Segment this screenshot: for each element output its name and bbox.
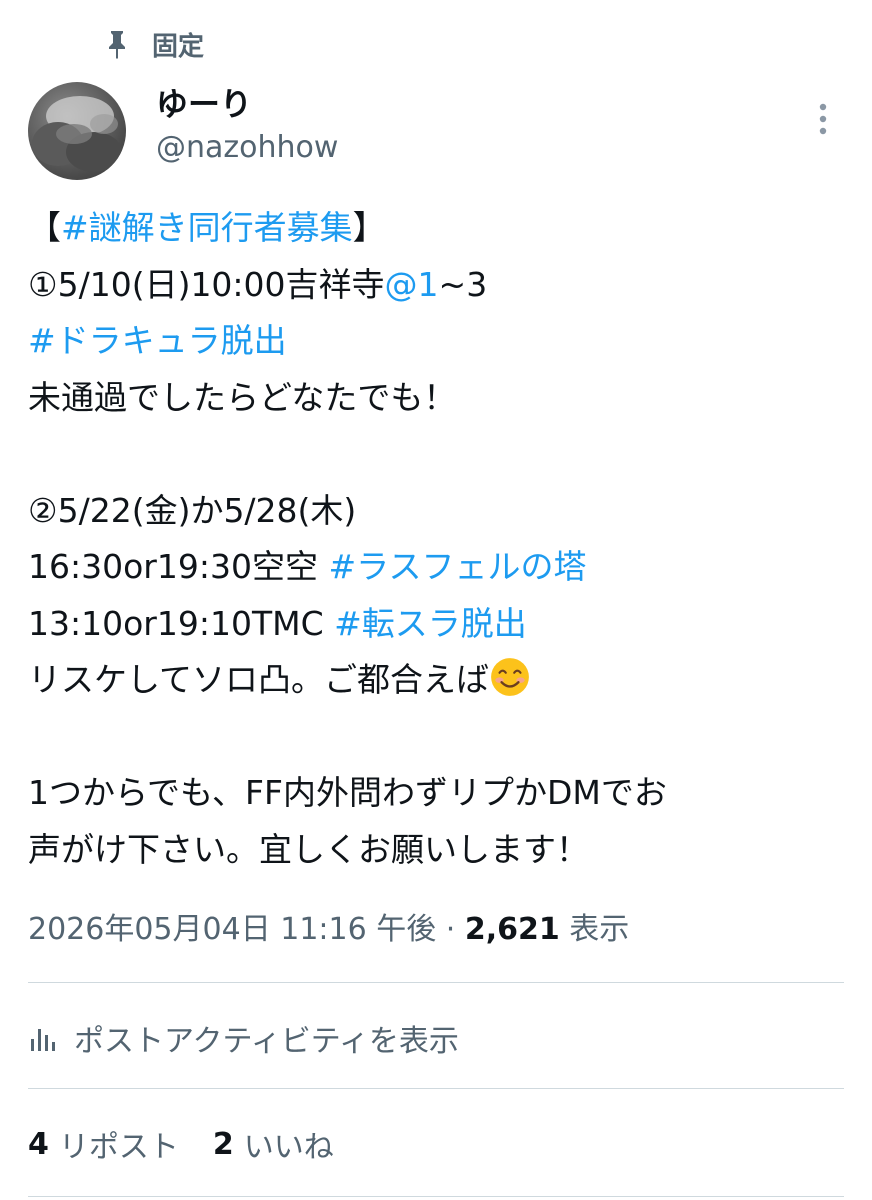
tweet-text-segment: 13:10or19:10TMC bbox=[28, 603, 335, 643]
tweet-text-segment: ①5/10(日)10:00吉祥寺 bbox=[28, 264, 385, 304]
likes-count: 2 bbox=[212, 1126, 234, 1162]
pinned-label: 固定 bbox=[152, 31, 205, 62]
tweet-text-segment: 1つからでも、FF内外問わずリプかDMでお bbox=[28, 773, 667, 812]
pin-icon bbox=[109, 31, 125, 59]
smiling-face-emoji bbox=[491, 658, 529, 696]
views-count: 2,621 bbox=[464, 912, 560, 947]
tweet-line: 未通過でしたらどなたでも！ bbox=[28, 370, 848, 427]
views-label: 表示 bbox=[569, 912, 630, 947]
more-vertical-icon bbox=[819, 103, 827, 135]
tweet-line: 【#謎解き同行者募集】 bbox=[28, 200, 848, 257]
reposts-stat[interactable]: 4 リポスト bbox=[28, 1122, 179, 1166]
tweet-text: 【#謎解き同行者募集】 ①5/10(日)10:00吉祥寺@1~3 #ドラキュラ脱出未… bbox=[28, 200, 848, 878]
avatar-image bbox=[32, 96, 122, 172]
tweet-text-segment: 未通過でしたらどなたでも！ bbox=[28, 377, 457, 417]
tweet-line: #ドラキュラ脱出 bbox=[28, 313, 848, 370]
divider bbox=[28, 1196, 844, 1197]
tweet-line: 声がけ下さい。宜しくお願いします！ bbox=[28, 822, 848, 879]
hashtag-link[interactable]: #ドラキュラ脱出 bbox=[28, 321, 287, 360]
mention-link[interactable]: @1 bbox=[385, 265, 439, 304]
tweet-text-segment: リスケしてソロ凸。ご都合えば bbox=[28, 660, 490, 699]
timestamp[interactable]: 2026年05月04日 11:16 午後 bbox=[28, 912, 436, 947]
likes-stat[interactable]: 2 いいね bbox=[213, 1122, 334, 1166]
hashtag-link[interactable]: #謎解き同行者募集 bbox=[61, 208, 353, 247]
tweet-line: 13:10or19:10TMC #転スラ脱出 bbox=[28, 596, 848, 653]
hashtag-link[interactable]: #転スラ脱出 bbox=[334, 604, 527, 643]
more-options-button[interactable] bbox=[806, 98, 840, 140]
tweet-text-segment: 声がけ下さい。宜しくお願いします！ bbox=[28, 829, 589, 869]
post-activity-label: ポストアクティビティを表示 bbox=[74, 1024, 459, 1059]
tweet-text-segment: ~3 bbox=[438, 264, 488, 304]
reposts-count: 4 bbox=[28, 1126, 49, 1162]
tweet-text-segment: ②5/22(金)か5/28(木) bbox=[28, 490, 357, 530]
divider bbox=[28, 982, 844, 983]
analytics-icon bbox=[31, 1029, 55, 1051]
divider bbox=[28, 1088, 844, 1089]
tweet-line: ①5/10(日)10:00吉祥寺@1~3 bbox=[28, 257, 848, 314]
tweet-text-segment: 】 bbox=[352, 208, 386, 247]
post-activity-link[interactable]: ポストアクティビティを表示 bbox=[28, 1014, 459, 1062]
tweet-line: 16:30or19:30空空 #ラスフェルの塔 bbox=[28, 539, 848, 596]
likes-label: いいね bbox=[243, 1130, 334, 1165]
reposts-label: リポスト bbox=[58, 1130, 179, 1165]
tweet-line: ②5/22(金)か5/28(木) bbox=[28, 483, 848, 540]
author-display-name[interactable]: ゆーり bbox=[156, 84, 252, 124]
tweet-text-segment: 16:30or19:30空空 bbox=[28, 547, 329, 586]
author-handle[interactable]: @nazohhow bbox=[156, 128, 338, 168]
tweet-meta: 2026年05月04日 11:16 午後 · 2,621 表示 bbox=[28, 908, 629, 952]
pinned-indicator: 固定 bbox=[104, 26, 204, 62]
meta-separator: · bbox=[436, 912, 465, 947]
avatar[interactable] bbox=[28, 82, 126, 180]
tweet-line: 1つからでも、FF内外問わずリプかDMでお bbox=[28, 765, 848, 822]
tweet-text-segment: 【 bbox=[28, 208, 61, 247]
engagement-stats: 4 リポスト 2 いいね bbox=[28, 1120, 368, 1168]
hashtag-link[interactable]: #ラスフェルの塔 bbox=[328, 547, 586, 586]
tweet-line: リスケしてソロ凸。ご都合えば bbox=[28, 652, 848, 709]
